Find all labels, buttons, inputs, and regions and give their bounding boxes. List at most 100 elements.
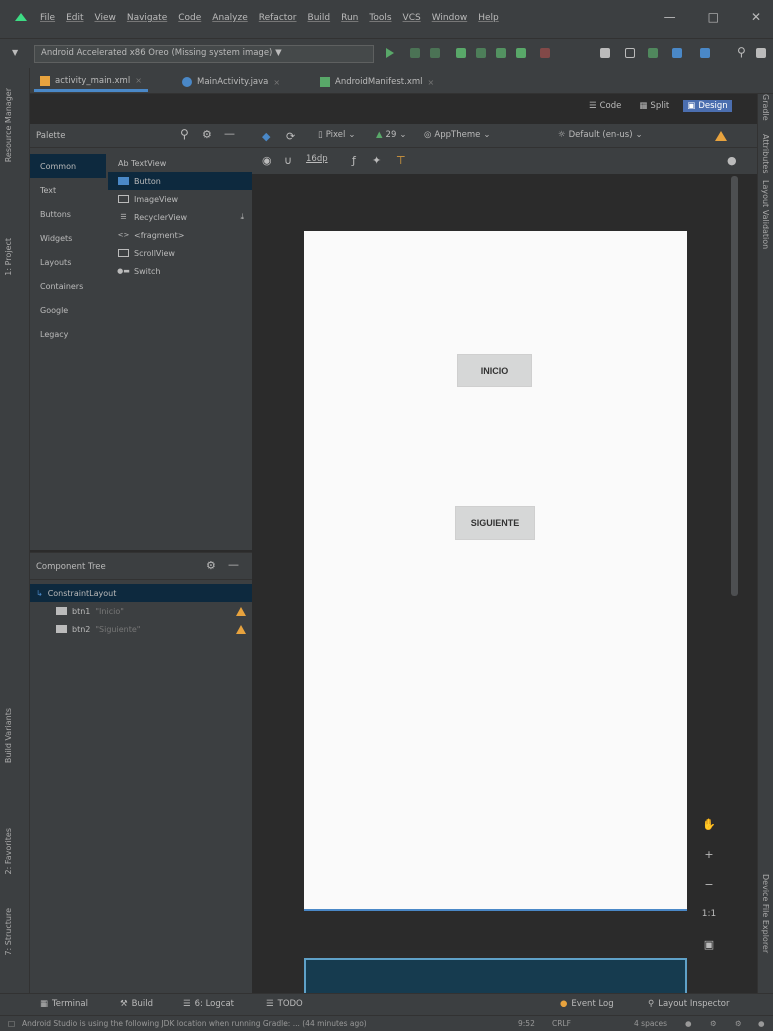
menu-code[interactable]: Code	[178, 13, 201, 23]
menu-run[interactable]: Run	[341, 13, 358, 23]
event-log-tab[interactable]: ● Event Log	[560, 999, 614, 1009]
layout-inspector-tab[interactable]: ⚲ Layout Inspector	[648, 999, 729, 1009]
build-variants-tab[interactable]: Build Variants	[4, 708, 13, 763]
warning-icon[interactable]	[236, 606, 246, 616]
menu-tools[interactable]: Tools	[369, 13, 391, 23]
orientation-icon[interactable]: ⟳	[286, 130, 295, 143]
category-legacy[interactable]: Legacy	[30, 322, 106, 346]
theme-dropdown[interactable]: ◎ AppTheme ⌄	[424, 130, 490, 140]
search-icon[interactable]: ⚲	[180, 127, 189, 141]
maximize-icon[interactable]: □	[708, 10, 719, 24]
status-message[interactable]: Android Studio is using the following JD…	[22, 1019, 492, 1028]
terminal-tab[interactable]: ▦ Terminal	[40, 999, 88, 1009]
tree-node-btn2[interactable]: btn2 "Siguiente"	[30, 620, 252, 638]
menu-window[interactable]: Window	[432, 13, 468, 23]
indent-setting[interactable]: 4 spaces	[634, 1019, 667, 1028]
layout-validation-tab[interactable]: Layout Validation	[761, 180, 770, 249]
download-icon[interactable]: ⤓	[240, 212, 244, 222]
lock-icon[interactable]: ●	[685, 1019, 692, 1028]
line-separator[interactable]: CRLF	[552, 1019, 571, 1028]
device-dropdown[interactable]: ▯ Pixel ⌄	[318, 130, 355, 140]
menu-view[interactable]: View	[95, 13, 116, 23]
project-tab[interactable]: 1: Project	[4, 238, 13, 276]
design-surface-icon[interactable]: ◆	[262, 130, 270, 143]
minimize-panel-icon[interactable]: —	[224, 127, 235, 140]
gradle-tab[interactable]: Gradle	[761, 94, 770, 121]
favorites-tab[interactable]: 2: Favorites	[4, 828, 13, 874]
device-file-explorer-tab[interactable]: Device File Explorer	[761, 874, 770, 953]
close-icon[interactable]: ✕	[751, 10, 761, 24]
notifications-icon[interactable]: ⚙	[735, 1019, 742, 1028]
sync-icon[interactable]	[516, 48, 526, 58]
close-tab-icon[interactable]: ×	[273, 78, 280, 87]
warning-icon[interactable]	[236, 624, 246, 634]
siguiente-button[interactable]: SIGUIENTE	[455, 506, 535, 540]
structure-tab[interactable]: 7: Structure	[4, 908, 13, 956]
menu-file[interactable]: File	[40, 13, 55, 23]
attributes-tab[interactable]: Attributes	[761, 134, 770, 174]
pan-hand-icon[interactable]: ✋	[700, 815, 718, 833]
settings-icon[interactable]: ⚙	[710, 1019, 717, 1028]
apply-changes-icon[interactable]	[410, 48, 420, 58]
menu-navigate[interactable]: Navigate	[127, 13, 167, 23]
widget-scrollview[interactable]: ScrollView	[108, 244, 252, 262]
menu-vcs[interactable]: VCS	[403, 13, 421, 23]
code-mode-button[interactable]: ☰ Code	[585, 100, 625, 112]
category-containers[interactable]: Containers	[30, 274, 106, 298]
run-icon[interactable]	[386, 48, 394, 58]
split-mode-button[interactable]: ▦ Split	[635, 100, 673, 112]
build-tab[interactable]: ⚒ Build	[120, 999, 153, 1009]
gradle-icon[interactable]	[700, 48, 710, 58]
menu-refactor[interactable]: Refactor	[259, 13, 297, 23]
menu-analyze[interactable]: Analyze	[212, 13, 247, 23]
tab-activity-main[interactable]: activity_main.xml ×	[34, 72, 148, 92]
category-widgets[interactable]: Widgets	[30, 226, 106, 250]
clear-constraints-icon[interactable]: ƒ	[352, 154, 356, 167]
profile-icon[interactable]	[476, 48, 486, 58]
widget-imageview[interactable]: ImageView	[108, 190, 252, 208]
zoom-to-fit-icon[interactable]: ▣	[700, 935, 718, 953]
inicio-button[interactable]: INICIO	[457, 354, 532, 387]
menu-edit[interactable]: Edit	[66, 13, 83, 23]
menu-build[interactable]: Build	[308, 13, 331, 23]
infer-constraints-icon[interactable]: ✦	[372, 154, 381, 167]
debug-icon[interactable]	[456, 48, 466, 58]
default-margin-dropdown[interactable]: 16dp	[306, 154, 328, 164]
locale-dropdown[interactable]: ☼ Default (en-us) ⌄	[558, 130, 643, 140]
magnet-icon[interactable]: ∪	[284, 154, 292, 167]
device-selector[interactable]: Android Accelerated x86 Oreo (Missing sy…	[34, 45, 374, 63]
avd-manager-icon[interactable]	[600, 48, 610, 58]
tab-android-manifest[interactable]: AndroidManifest.xml ×	[314, 72, 440, 92]
device-preview[interactable]: INICIO SIGUIENTE	[304, 231, 687, 911]
zoom-actual-size-icon[interactable]: 1:1	[700, 905, 718, 923]
sdk-manager-icon[interactable]	[648, 48, 658, 58]
view-options-icon[interactable]: ◉	[262, 154, 272, 167]
todo-tab[interactable]: ☰ TODO	[266, 999, 303, 1009]
device-manager-icon[interactable]	[625, 48, 635, 58]
category-text[interactable]: Text	[30, 178, 106, 202]
search-icon[interactable]: ⚲	[737, 45, 746, 59]
warning-icon[interactable]	[715, 131, 727, 141]
menu-help[interactable]: Help	[478, 13, 499, 23]
gear-icon[interactable]: ⚙	[202, 128, 212, 141]
caret-position[interactable]: 9:52	[518, 1019, 535, 1028]
minimize-icon[interactable]: —	[664, 10, 676, 24]
category-layouts[interactable]: Layouts	[30, 250, 106, 274]
logcat-tab[interactable]: ☰ 6: Logcat	[183, 999, 234, 1009]
layout-inspector-icon[interactable]	[672, 48, 682, 58]
tree-node-constraintlayout[interactable]: ↳ ConstraintLayout	[30, 584, 252, 602]
dropdown-arrow-icon[interactable]: ▼	[12, 48, 18, 57]
memory-indicator-icon[interactable]: ●	[758, 1019, 765, 1028]
tree-node-btn1[interactable]: btn1 "Inicio"	[30, 602, 252, 620]
zoom-in-icon[interactable]: +	[700, 845, 718, 863]
stop-icon[interactable]	[540, 48, 550, 58]
design-mode-button[interactable]: ▣ Design	[683, 100, 732, 112]
widget-switch[interactable]: ●▬ Switch	[108, 262, 252, 280]
guidelines-icon[interactable]: ⊤	[396, 154, 406, 167]
canvas-scrollbar[interactable]	[731, 176, 738, 596]
attach-debugger-icon[interactable]	[496, 48, 506, 58]
apply-code-icon[interactable]	[430, 48, 440, 58]
widget-recyclerview[interactable]: ☰ RecyclerView ⤓	[108, 208, 252, 226]
info-icon[interactable]: ●	[727, 154, 737, 167]
close-tab-icon[interactable]: ×	[135, 76, 142, 85]
